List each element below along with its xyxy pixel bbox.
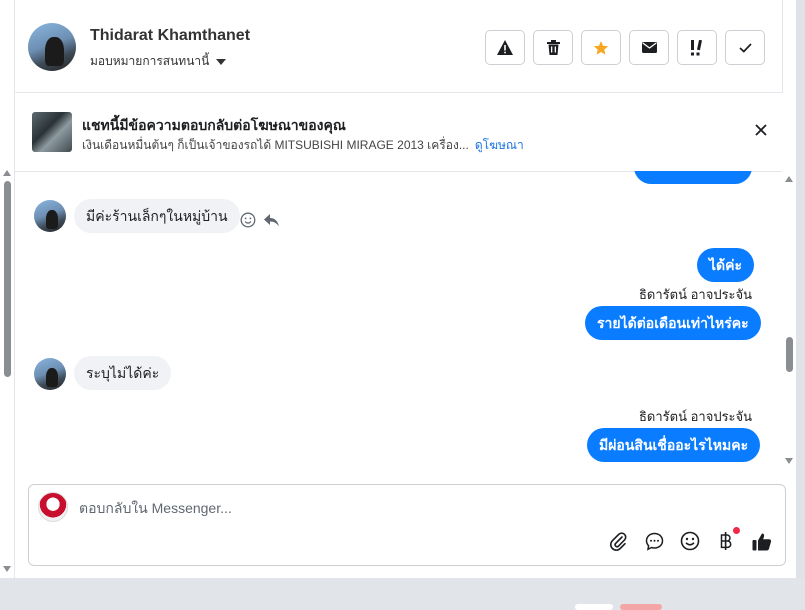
delete-button[interactable] — [533, 30, 573, 65]
banner-title: แชทนี้มีข้อความตอบกลับต่อโฆษณาของคุณ — [82, 117, 346, 133]
paperclip-icon — [610, 532, 627, 551]
composer-tools — [607, 527, 773, 552]
message-scrollbar-thumb[interactable] — [786, 337, 793, 372]
outgoing-message-partial — [634, 171, 752, 184]
message-thread[interactable]: มีค่ะร้านเล็กๆในหมู่บ้าน ได้ค่ะ ธิดารัตน… — [15, 171, 782, 471]
incoming-message: ระบุไม่ได้ค่ะ — [74, 356, 172, 390]
smiley-icon — [680, 531, 700, 551]
saved-replies-button[interactable] — [643, 530, 665, 552]
assign-conversation-dropdown[interactable]: มอบหมายการสนทนานี้ — [90, 52, 227, 71]
payment-button[interactable] — [715, 527, 740, 552]
notification-dot — [733, 527, 740, 534]
banner-subtitle: เงินเดือนหมื่นต้นๆ ก็เป็นเจ้าของรถได้ MI… — [82, 136, 524, 155]
exclamation-icon — [691, 39, 703, 55]
left-scrollbar[interactable] — [3, 170, 12, 578]
message-input[interactable] — [77, 499, 681, 517]
report-spam-button[interactable] — [485, 30, 525, 65]
close-icon[interactable] — [752, 121, 770, 139]
like-button[interactable] — [751, 530, 773, 552]
taskbar-item[interactable] — [620, 604, 662, 610]
contact-name[interactable]: Thidarat Khamthanet — [90, 27, 250, 45]
sender-name: ธิดารัตน์ อาจประจัน — [639, 409, 753, 424]
reply-composer — [28, 484, 786, 566]
chat-bubble-icon — [645, 532, 663, 551]
page-avatar — [38, 492, 68, 522]
conversation-panel: Thidarat Khamthanet มอบหมายการสนทนานี้ แ… — [0, 0, 797, 578]
trash-icon — [546, 40, 560, 55]
taskbar-item[interactable] — [575, 604, 613, 610]
envelope-icon — [641, 42, 657, 53]
outgoing-message: รายได้ต่อเดือนเท่าไหร่คะ — [585, 306, 761, 340]
outgoing-message: มีผ่อนสินเชื่ออะไรไหมคะ — [587, 428, 761, 462]
sender-avatar — [34, 358, 66, 390]
sender-name: ธิดารัตน์ อาจประจัน — [639, 287, 753, 302]
ad-thumbnail[interactable] — [32, 112, 72, 152]
scroll-down-arrow-icon[interactable] — [3, 566, 11, 572]
caret-down-icon — [216, 58, 227, 65]
attach-button[interactable] — [607, 530, 629, 552]
emoji-button[interactable] — [679, 530, 701, 552]
baht-icon — [720, 532, 732, 550]
follow-up-button[interactable] — [677, 30, 717, 65]
thumbs-up-icon — [752, 533, 772, 550]
ad-description: เงินเดือนหมื่นต้นๆ ก็เป็นเจ้าของรถได้ MI… — [82, 138, 469, 152]
sender-avatar — [34, 200, 66, 232]
conversation-header: Thidarat Khamthanet มอบหมายการสนทนานี้ — [15, 0, 783, 93]
assign-label: มอบหมายการสนทนานี้ — [90, 54, 210, 68]
header-actions — [485, 30, 765, 65]
left-scrollbar-thumb[interactable] — [4, 181, 11, 377]
incoming-message: มีค่ะร้านเล็กๆในหมู่บ้าน — [74, 199, 240, 233]
view-ad-link[interactable]: ดูโฆษณา — [475, 138, 524, 152]
taskbar-strip — [0, 578, 805, 610]
window-right-edge — [796, 0, 805, 610]
scroll-down-arrow-icon[interactable] — [785, 458, 793, 464]
contact-avatar[interactable] — [28, 23, 76, 71]
scroll-up-arrow-icon[interactable] — [785, 176, 793, 182]
warning-icon — [497, 40, 513, 55]
outgoing-message: ได้ค่ะ — [697, 248, 755, 282]
reply-icon[interactable] — [264, 213, 279, 227]
ad-reply-banner: แชทนี้มีข้อความตอบกลับต่อโฆษณาของคุณ เงิ… — [15, 93, 782, 172]
scroll-up-arrow-icon[interactable] — [3, 170, 11, 176]
star-icon — [593, 40, 609, 55]
mark-done-button[interactable] — [725, 30, 765, 65]
check-icon — [738, 42, 752, 53]
message-actions — [240, 212, 279, 228]
mark-unread-button[interactable] — [629, 30, 669, 65]
react-emoji-icon[interactable] — [240, 212, 256, 228]
star-button[interactable] — [581, 30, 621, 65]
message-scrollbar[interactable] — [783, 170, 795, 470]
